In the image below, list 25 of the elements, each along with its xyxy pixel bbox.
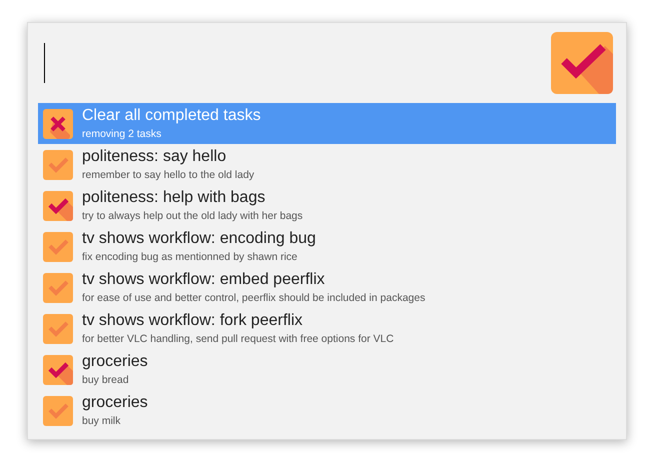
result-title: tv shows workflow: encoding bug	[82, 230, 316, 247]
result-title: groceries	[82, 354, 148, 370]
result-item[interactable]: tv shows workflow: encoding bug fix encoding bug as mentionned by shawn rice	[38, 226, 616, 267]
result-item[interactable]: politeness: help with bags try to always help out the old lady with her bags	[38, 185, 616, 226]
result-item[interactable]: tv shows workflow: embed peerflix for ease of use and better control, peerflix should be included in packages	[38, 267, 616, 308]
result-subtitle: removing 2 tasks	[82, 128, 162, 140]
result-subtitle: buy bread	[82, 374, 130, 386]
result-subtitle: try to always help out the old lady with her bags	[82, 210, 303, 222]
result-subtitle: fix encoding bug as mentionned by shawn rice	[82, 252, 298, 262]
result-subtitle: for ease of use and better control, peerflix should be included in packages	[82, 292, 426, 304]
result-title: Clear all completed tasks	[82, 108, 261, 124]
result-title: tv shows workflow: embed peerflix	[82, 272, 326, 288]
checkmark-app-icon	[551, 32, 613, 94]
result-item[interactable]: tv shows workflow: fork peerflix for better VLC handling, send pull request with free options for VLC	[38, 308, 616, 349]
result-title: politeness: help with bags	[82, 190, 266, 206]
result-title: groceries	[82, 394, 148, 411]
result-title: politeness: say hello	[82, 148, 228, 165]
result-item[interactable]: politeness: say hello remember to say hello to the old lady	[38, 144, 616, 185]
result-item[interactable]: groceries buy milk	[38, 390, 616, 431]
result-item[interactable]: groceries buy bread	[38, 349, 616, 390]
result-subtitle: buy milk	[82, 416, 122, 426]
result-subtitle: remember to say hello to the old lady	[82, 170, 254, 180]
result-title: tv shows workflow: fork peerflix	[82, 312, 304, 329]
cross-icon	[43, 108, 73, 138]
result-subtitle: for better VLC handling, send pull request with free options for VLC	[82, 334, 394, 344]
